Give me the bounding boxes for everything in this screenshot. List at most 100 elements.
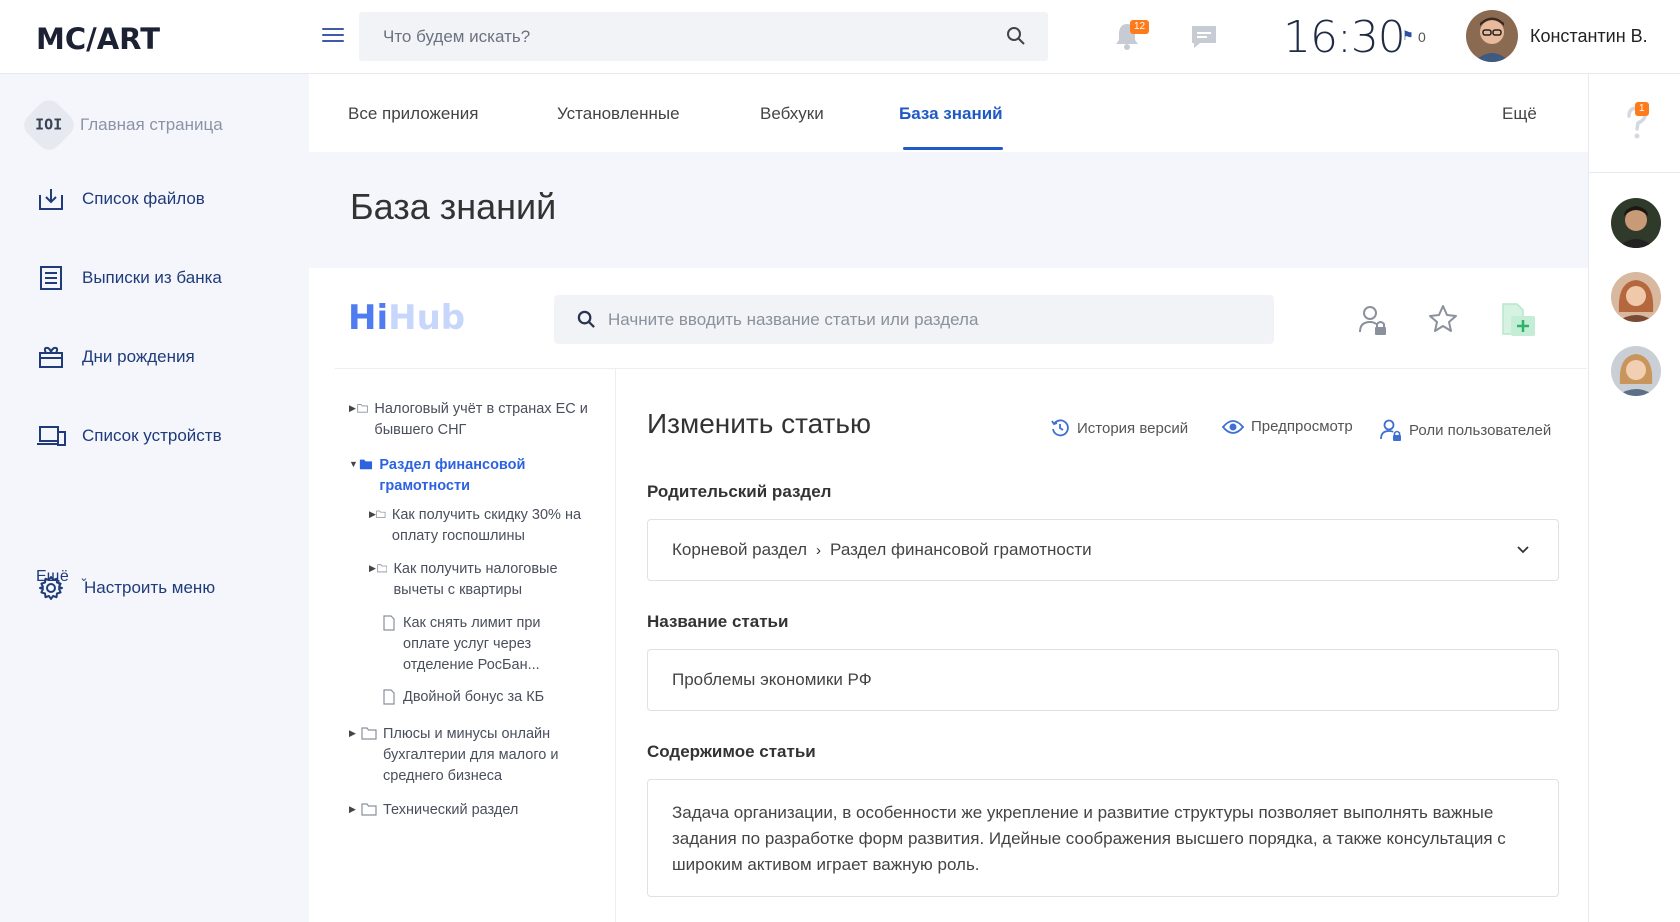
flag-icon[interactable]: ⚑ — [1402, 28, 1414, 44]
sidebar-item-bank[interactable]: Выписки из банка — [36, 261, 222, 295]
search-icon[interactable] — [1006, 26, 1026, 51]
sidebar-item-files[interactable]: Список файлов — [36, 182, 205, 216]
user-lock-icon — [1380, 419, 1401, 441]
caret-right-icon[interactable]: ▶ — [369, 509, 376, 520]
tree-node[interactable]: ▶ Налоговый учёт в странах ЕС и бывшего … — [349, 399, 589, 441]
devices-icon — [36, 421, 66, 451]
user-roles-label: Роли пользователей — [1409, 421, 1552, 439]
document-icon — [383, 615, 395, 631]
tree-node-label: Технический раздел — [383, 802, 519, 818]
tab-bar: Все приложения Установленные Вебхуки Баз… — [309, 74, 1588, 152]
tree-node-label: Как снять лимит при оплате услуг через о… — [403, 615, 541, 673]
document-list-icon — [36, 263, 66, 293]
document-icon — [383, 689, 395, 705]
tree-node-active[interactable]: ▼ Раздел финансовой грамотности — [349, 455, 589, 497]
search-input[interactable] — [383, 12, 983, 61]
preview-button[interactable]: Предпросмотр — [1222, 418, 1353, 435]
sidebar: IOI Главная страница Список файлов Выпис… — [0, 74, 309, 922]
user-lock-icon[interactable] — [1358, 304, 1388, 341]
parent-section-label: Родительский раздел — [647, 482, 832, 501]
sidebar-item-home[interactable]: IOI Главная страница — [19, 95, 223, 155]
version-history-button[interactable]: История версий — [1050, 418, 1188, 438]
sidebar-item-devices[interactable]: Список устройств — [36, 419, 222, 453]
breadcrumb: Корневой раздел › Раздел финансовой грам… — [672, 540, 1092, 560]
chevron-right-icon: › — [816, 541, 822, 559]
tree-node-label: Налоговый учёт в странах ЕС и бывшего СН… — [374, 401, 588, 438]
home-icon: IOI — [19, 95, 79, 155]
caret-right-icon[interactable]: ▶ — [369, 563, 377, 574]
tab-knowledge-base[interactable]: База знаний — [899, 104, 1003, 124]
user-roles-button[interactable]: Роли пользователей — [1380, 418, 1551, 442]
sidebar-item-birthdays[interactable]: Дни рождения — [36, 340, 195, 374]
eye-icon — [1222, 419, 1244, 434]
tree-node[interactable]: ▶ Как получить налоговые вычеты с кварти… — [369, 559, 589, 601]
article-name-value: Проблемы экономики РФ — [672, 670, 872, 689]
sidebar-settings-button[interactable]: Настроить меню — [36, 571, 215, 605]
tab-more[interactable]: Ещё — [1502, 104, 1537, 124]
sidebar-item-label: Список устройств — [82, 426, 222, 445]
folder-icon — [360, 459, 373, 470]
menu-icon[interactable] — [322, 28, 344, 44]
tab-installed[interactable]: Установленные — [557, 104, 680, 124]
sidebar-item-label: Главная страница — [80, 115, 223, 134]
notifications-button[interactable]: 12 — [1114, 20, 1150, 55]
gear-icon — [36, 573, 66, 603]
breadcrumb-root: Корневой раздел — [672, 540, 808, 559]
search-icon — [577, 310, 596, 334]
user-name[interactable]: Константин В. — [1530, 26, 1648, 47]
breadcrumb-section: Раздел финансовой грамотности — [830, 540, 1092, 559]
help-badge: 1 — [1635, 102, 1649, 116]
top-bar: MC/ART 12 16:30 ⚑ 0 Константин В. — [0, 0, 1680, 74]
star-icon[interactable] — [1428, 304, 1458, 339]
preview-label: Предпросмотр — [1251, 418, 1353, 435]
caret-right-icon[interactable]: ▶ — [349, 403, 357, 414]
chat-icon — [1192, 26, 1216, 48]
hihub-logo: HiHub — [348, 298, 466, 338]
tree-node[interactable]: Как снять лимит при оплате услуг через о… — [381, 613, 589, 676]
article-content-editor[interactable]: Задача организации, в особенности же укр… — [647, 779, 1559, 897]
tab-webhooks[interactable]: Вебхуки — [760, 104, 824, 124]
global-search — [359, 12, 1048, 61]
tree-node[interactable]: Двойной бонус за КБ — [381, 687, 589, 708]
colleague-avatar[interactable] — [1611, 198, 1661, 248]
divider — [1589, 172, 1680, 173]
form-title: Изменить статью — [647, 408, 871, 439]
caret-right-icon[interactable]: ▶ — [349, 728, 361, 739]
colleague-avatar[interactable] — [1611, 272, 1661, 322]
right-rail: 1 — [1588, 74, 1680, 922]
tree-node[interactable]: ▶ Технический раздел — [349, 800, 589, 821]
folder-icon — [377, 564, 388, 573]
colleague-avatar[interactable] — [1611, 346, 1661, 396]
chevron-down-icon[interactable] — [1516, 542, 1530, 560]
tree-node-label: Как получить налоговые вычеты с квартиры — [393, 561, 558, 598]
folder-icon — [361, 727, 377, 740]
tree-node[interactable]: ▶ Плюсы и минусы онлайн бухгалтерии для … — [349, 724, 589, 787]
parent-section-select[interactable]: Корневой раздел › Раздел финансовой грам… — [647, 519, 1559, 581]
tree-node-label: Двойной бонус за КБ — [403, 689, 545, 705]
messages-button[interactable] — [1190, 24, 1218, 55]
article-tree: ▶ Налоговый учёт в странах ЕС и бывшего … — [309, 369, 616, 922]
logo[interactable]: MC/ART — [36, 22, 160, 56]
help-button[interactable]: 1 — [1617, 102, 1657, 144]
tab-all-apps[interactable]: Все приложения — [348, 104, 478, 124]
article-content-label: Содержимое статьи — [647, 742, 816, 761]
history-icon — [1051, 419, 1069, 437]
gift-icon — [36, 342, 66, 372]
sidebar-item-label: Список файлов — [82, 189, 205, 208]
folder-icon — [376, 510, 386, 518]
caret-down-icon[interactable]: ▼ — [349, 459, 359, 469]
active-tab-indicator — [903, 147, 1003, 150]
article-name-field[interactable]: Проблемы экономики РФ — [647, 649, 1559, 711]
sidebar-item-label: Настроить меню — [84, 578, 216, 597]
knowledge-base-panel: HiHub ▶ Налоговый учёт в странах ЕС и бы… — [309, 268, 1588, 922]
folder-icon — [357, 404, 369, 413]
tree-node-label: Как получить скидку 30% на оплату госпош… — [391, 507, 582, 544]
caret-right-icon[interactable]: ▶ — [349, 804, 361, 815]
download-icon — [36, 184, 66, 214]
tree-node[interactable]: ▶ Как получить скидку 30% на оплату госп… — [369, 505, 589, 547]
article-search-input[interactable] — [608, 295, 1248, 344]
user-avatar[interactable] — [1466, 10, 1518, 62]
folder-icon — [361, 803, 377, 816]
add-article-icon[interactable] — [1499, 302, 1537, 343]
tree-node-label: Плюсы и минусы онлайн бухгалтерии для ма… — [383, 726, 559, 784]
